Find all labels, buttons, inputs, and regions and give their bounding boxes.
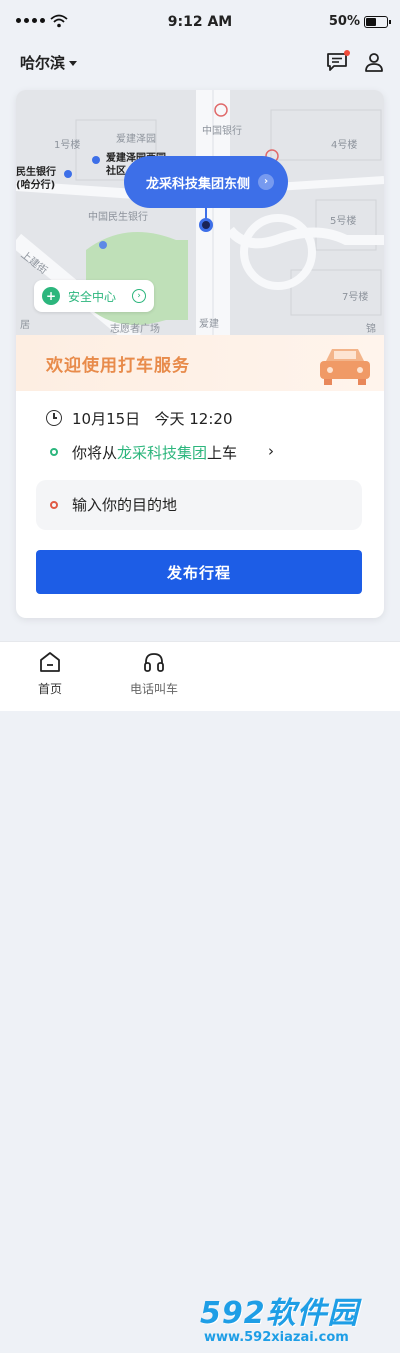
city-label: 哈尔滨	[20, 54, 66, 72]
tab-label: 首页	[37, 682, 62, 696]
map-label: 锦	[366, 324, 376, 335]
tab-bar: 首页 电话叫车 592软件园 www.592xiazai.com	[0, 641, 400, 1345]
map-label: 5号楼	[330, 216, 357, 227]
chevron-right-icon: ›	[132, 289, 146, 303]
battery-icon	[364, 16, 391, 28]
battery-percent: 50%	[328, 14, 360, 29]
city-selector[interactable]: 哈尔滨	[20, 52, 78, 73]
notification-dot	[344, 50, 350, 56]
welcome-text: 欢迎使用打车服务	[46, 356, 190, 376]
map-label: 中国民生银行	[88, 212, 148, 223]
start-location[interactable]: 你将从龙采科技集团上车	[72, 442, 237, 463]
headset-icon	[144, 653, 164, 672]
shield-icon: +	[42, 287, 60, 305]
map-label: 爱建	[199, 319, 219, 330]
pickup-label: 龙采科技集团东侧	[146, 176, 251, 192]
watermark-brand: 592软件园	[200, 1296, 359, 1331]
caret-down-icon	[69, 61, 78, 66]
safety-center-button[interactable]: + 安全中心 ›	[34, 280, 154, 312]
map-label: 4号楼	[331, 140, 358, 151]
user-icon[interactable]	[364, 52, 384, 72]
chevron-right-icon[interactable]: ›	[268, 442, 274, 460]
departure-time[interactable]: 10月15日 今天 12:20	[72, 408, 233, 429]
ride-card: 1号楼 爱建泽园 中国银行 4号楼 中国民生银行 5号楼 7号楼 上建街 志愿者…	[16, 90, 384, 618]
map-label: 7号楼	[342, 292, 369, 303]
destination-input[interactable]	[72, 493, 352, 517]
header: 哈尔滨	[0, 44, 400, 84]
map-label: 爱建泽园	[116, 134, 156, 145]
chevron-right-icon: ›	[258, 174, 274, 190]
tab-phone-call[interactable]: 电话叫车	[114, 650, 194, 697]
watermark-url: www.592xiazai.com	[204, 1330, 349, 1345]
start-point-icon	[50, 448, 58, 456]
map-label: 志愿者广场	[110, 324, 160, 335]
map-label: 1号楼	[54, 140, 81, 151]
watermark: 592软件园 www.592xiazai.com	[196, 1284, 400, 1353]
location-pin-icon	[199, 218, 213, 232]
map[interactable]: 1号楼 爱建泽园 中国银行 4号楼 中国民生银行 5号楼 7号楼 上建街 志愿者…	[16, 90, 384, 335]
welcome-banner: 欢迎使用打车服务	[16, 335, 384, 391]
publish-trip-button[interactable]: 发布行程	[36, 550, 362, 594]
home-icon	[40, 652, 60, 672]
map-label: 中国银行	[202, 126, 242, 137]
safety-center-label: 安全中心	[68, 290, 117, 304]
tab-home[interactable]: 首页	[10, 650, 90, 697]
pickup-location-bubble[interactable]: 龙采科技集团东侧 ›	[124, 156, 288, 208]
destination-field[interactable]	[36, 480, 362, 530]
car-icon	[320, 349, 370, 385]
map-poi: 民生银行 (哈分行)	[16, 167, 56, 191]
status-bar: 9:12 AM 50%	[0, 0, 400, 44]
map-label: 居	[20, 320, 30, 331]
end-point-icon	[50, 501, 58, 509]
clock-icon	[46, 410, 62, 426]
tab-label: 电话叫车	[129, 682, 178, 696]
